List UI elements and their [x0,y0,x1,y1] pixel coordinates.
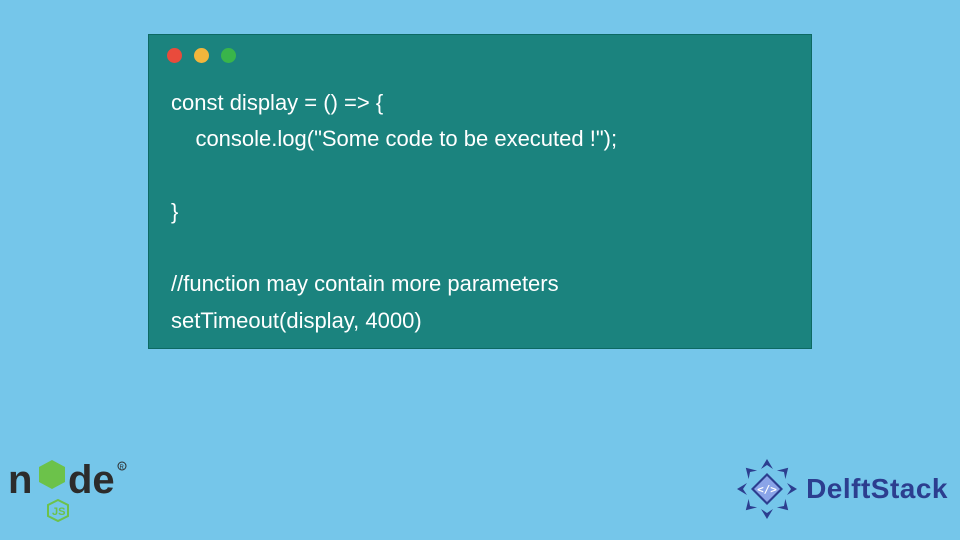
svg-text:R: R [120,465,125,471]
svg-text:n: n [8,458,32,502]
delftstack-wordmark: DelftStack [806,473,948,505]
svg-text:</>: </> [757,483,777,496]
code-line: //function may contain more parameters [171,271,559,296]
svg-text:JS: JS [52,506,65,518]
delftstack-rosette-icon: </> [734,456,800,522]
svg-text:de: de [68,458,115,502]
code-snippet-card: const display = () => { console.log("Som… [148,34,812,349]
window-titlebar [149,35,811,75]
delftstack-logo: </> DelftStack [734,456,948,522]
minimize-icon [194,48,209,63]
code-line: } [171,199,178,224]
nodejs-logo-icon: n de JS R [0,438,140,528]
code-line: setTimeout(display, 4000) [171,308,422,333]
code-line: console.log("Some code to be executed !"… [171,126,617,151]
maximize-icon [221,48,236,63]
code-content: const display = () => { console.log("Som… [149,75,811,357]
code-line: const display = () => { [171,90,383,115]
close-icon [167,48,182,63]
